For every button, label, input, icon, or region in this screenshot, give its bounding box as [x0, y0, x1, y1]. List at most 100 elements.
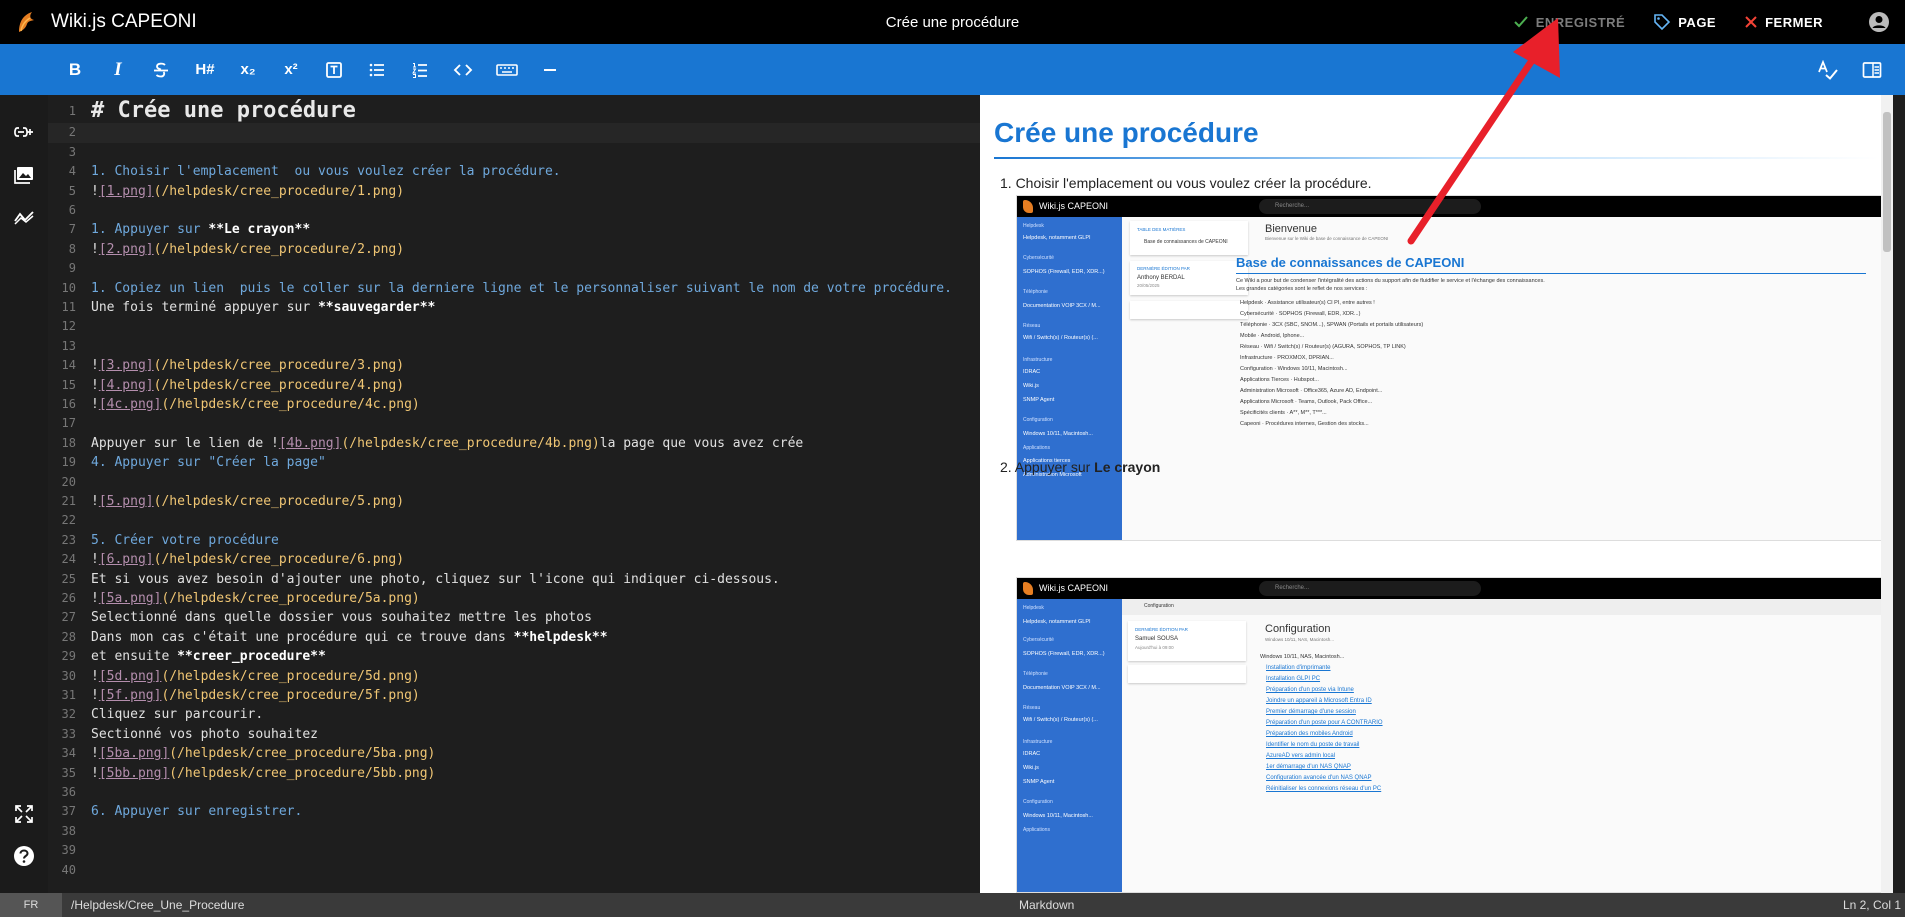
editor-line[interactable]: 26 ![5a.png](/helpdesk/cree_procedure/5a.… — [48, 589, 980, 608]
image2-side-item: Wifi / Switch(s) / Routeur(s) (... — [1023, 717, 1098, 723]
language-badge[interactable]: FR — [0, 893, 62, 917]
image1-toc-label: TABLE DES MATIÈRES — [1137, 227, 1186, 232]
editor-line[interactable]: 22 — [48, 511, 980, 530]
editor-line[interactable]: 7 1. Appuyer sur **Le crayon** — [48, 220, 980, 239]
editor-line[interactable]: 13 — [48, 337, 980, 356]
inline-code-button[interactable] — [446, 44, 480, 95]
help-button[interactable] — [0, 838, 48, 874]
saved-button[interactable]: ENREGISTRÉ — [1499, 0, 1640, 44]
markdown-token-url: (/helpdesk/cree_procedure/5d.png) — [161, 668, 420, 684]
editor-line[interactable]: 40 — [48, 861, 980, 880]
line-content: 6. Appuyer sur enregistrer. — [91, 802, 302, 821]
image1-side-item: Helpdesk, notamment GLPI — [1023, 235, 1091, 241]
insert-link-button[interactable] — [0, 114, 48, 150]
heading-button[interactable]: H# — [188, 44, 222, 95]
strikethrough-button[interactable] — [144, 44, 178, 95]
editor-line[interactable]: 10 1. Copiez un lien puis le coller sur l… — [48, 279, 980, 298]
editor-line[interactable]: 39 — [48, 841, 980, 860]
editor-line[interactable]: 24 ![6.png](/helpdesk/cree_procedure/6.pn… — [48, 550, 980, 569]
keyboard-key-button[interactable] — [490, 44, 524, 95]
editor-line[interactable]: 21 ![5.png](/helpdesk/cree_procedure/5.pn… — [48, 492, 980, 511]
blockquote-button[interactable] — [317, 44, 351, 95]
editor-line[interactable]: 36 — [48, 783, 980, 802]
fullscreen-button[interactable] — [0, 796, 48, 832]
image1-side-head: Applications — [1023, 445, 1050, 451]
editor-line[interactable]: 14 ![3.png](/helpdesk/cree_procedure/3.pn… — [48, 356, 980, 375]
subscript-button[interactable]: x₂ — [231, 44, 265, 95]
preview-image-2: Wiki.js CAPEONI Recherche... Helpdesk He… — [1016, 577, 1893, 893]
editor-line[interactable]: 3 — [48, 143, 980, 162]
image1-welcome: Bienvenue — [1265, 223, 1317, 235]
line-content: ![5bb.png](/helpdesk/cree_procedure/5bb.… — [91, 764, 435, 783]
markdown-token-bold: **helpdesk** — [513, 629, 608, 645]
editor-line[interactable]: 18 Appuyer sur le lien de ![4b.png](/help… — [48, 434, 980, 453]
markdown-token-plain: Dans mon cas c'était une procédure qui c… — [91, 629, 514, 645]
line-number: 8 — [68, 241, 76, 256]
editor-line[interactable]: 11 Une fois terminé appuyer sur **sauvega… — [48, 298, 980, 317]
line-number: 30 — [61, 668, 76, 683]
line-number: 23 — [61, 532, 76, 547]
bold-button[interactable]: B — [58, 44, 92, 95]
image2-last-edit-card: DERNIÈRE ÉDITION PAR Samuel SOUSA Aujour… — [1128, 621, 1246, 661]
preview-scrollbar-thumb[interactable] — [1883, 112, 1891, 252]
line-content: Une fois terminé appuyer sur **sauvegard… — [91, 298, 435, 317]
image1-kb-title: Base de connaissances de CAPEONI — [1236, 255, 1465, 270]
editor-line[interactable]: 25 Et si vous avez besoin d'ajouter une p… — [48, 570, 980, 589]
preview-scrollbar[interactable] — [1881, 95, 1893, 893]
line-number: 29 — [61, 649, 76, 664]
markdown-token-url: (/helpdesk/cree_procedure/4c.png) — [161, 397, 420, 412]
image2-side-item: Wiki.js — [1023, 765, 1039, 771]
editor-line[interactable]: 28 Dans mon cas c'était une procédure qui… — [48, 628, 980, 647]
line-number: 15 — [61, 377, 76, 392]
italic-button[interactable]: I — [101, 44, 135, 95]
markdown-editor[interactable]: 1 # Crée une procédure 2 3 4 1. Choisir l'emp… — [48, 95, 980, 893]
editor-line[interactable]: 20 — [48, 473, 980, 492]
editor-line[interactable]: 23 5. Créer votre procédure — [48, 531, 980, 550]
app-title[interactable]: Wiki.js CAPEONI — [51, 0, 197, 44]
editor-line[interactable]: 32 Cliquez sur parcourir. — [48, 705, 980, 724]
image2-sidebar: Helpdesk Helpdesk, notamment GLPI Cybers… — [1017, 599, 1122, 892]
markdown-token-bold: **creer_procedure** — [177, 649, 326, 665]
wikijs-logo-icon[interactable] — [14, 10, 38, 34]
editor-line[interactable]: 31 ![5f.png](/helpdesk/cree_procedure/5f.… — [48, 686, 980, 705]
markdown-token-h1: # Crée une procédure — [91, 98, 356, 123]
horizontal-rule-button[interactable] — [533, 44, 567, 95]
close-button[interactable]: FERMER — [1730, 0, 1837, 44]
page-properties-button[interactable]: PAGE — [1639, 0, 1730, 44]
editor-line[interactable]: 37 6. Appuyer sur enregistrer. — [48, 802, 980, 821]
bullet-list-button[interactable] — [360, 44, 394, 95]
editor-line[interactable]: 5 ![1.png](/helpdesk/cree_procedure/1.png… — [48, 182, 980, 201]
editor-line[interactable]: 1 # Crée une procédure — [48, 98, 980, 124]
markdown-token-url: (/helpdesk/cree_procedure/5.png) — [153, 494, 405, 509]
editor-line[interactable]: 29 et ensuite **creer_procedure** — [48, 647, 980, 666]
line-number: 9 — [68, 261, 76, 276]
insert-assets-button[interactable] — [0, 157, 48, 193]
editor-line[interactable]: 38 — [48, 822, 980, 841]
editor-line[interactable]: 2 — [48, 123, 980, 143]
editor-line[interactable]: 19 4. Appuyer sur "Créer la page" — [48, 453, 980, 472]
toggle-preview-button[interactable] — [1855, 44, 1889, 95]
editor-line[interactable]: 4 1. Choisir l'emplacement ou vous voulez… — [48, 162, 980, 181]
image2-link: Identifier le nom du poste de travail — [1266, 742, 1360, 748]
editor-line[interactable]: 34 ![5ba.png](/helpdesk/cree_procedure/5b… — [48, 744, 980, 763]
editor-line[interactable]: 15 ![4.png](/helpdesk/cree_procedure/4.pn… — [48, 376, 980, 395]
numbered-list-button[interactable] — [403, 44, 437, 95]
editor-line[interactable]: 30 ![5d.png](/helpdesk/cree_procedure/5d.… — [48, 667, 980, 686]
editor-line[interactable]: 17 — [48, 414, 980, 433]
editor-line[interactable]: 12 — [48, 317, 980, 336]
editor-line[interactable]: 6 — [48, 201, 980, 220]
editor-line[interactable]: 9 — [48, 259, 980, 278]
insert-diagram-button[interactable] — [0, 199, 48, 235]
image2-side-head: Cybersécurité — [1023, 637, 1054, 643]
image2-side-head: Téléphonie — [1023, 671, 1048, 677]
superscript-button[interactable]: x² — [274, 44, 308, 95]
editor-line[interactable]: 33 Sectionné vos photo souhaitez — [48, 725, 980, 744]
spellcheck-button[interactable] — [1811, 44, 1845, 95]
editor-line[interactable]: 35 ![5bb.png](/helpdesk/cree_procedure/5b… — [48, 764, 980, 783]
image2-share-card — [1128, 665, 1246, 683]
editor-line[interactable]: 27 Selectionné dans quelle dossier vous s… — [48, 608, 980, 627]
markdown-token-plain: Cliquez sur parcourir. — [91, 707, 264, 723]
account-button[interactable] — [1853, 0, 1905, 44]
editor-line[interactable]: 16 ![4c.png](/helpdesk/cree_procedure/4c.… — [48, 395, 980, 414]
editor-line[interactable]: 8 ![2.png](/helpdesk/cree_procedure/2.png… — [48, 240, 980, 259]
